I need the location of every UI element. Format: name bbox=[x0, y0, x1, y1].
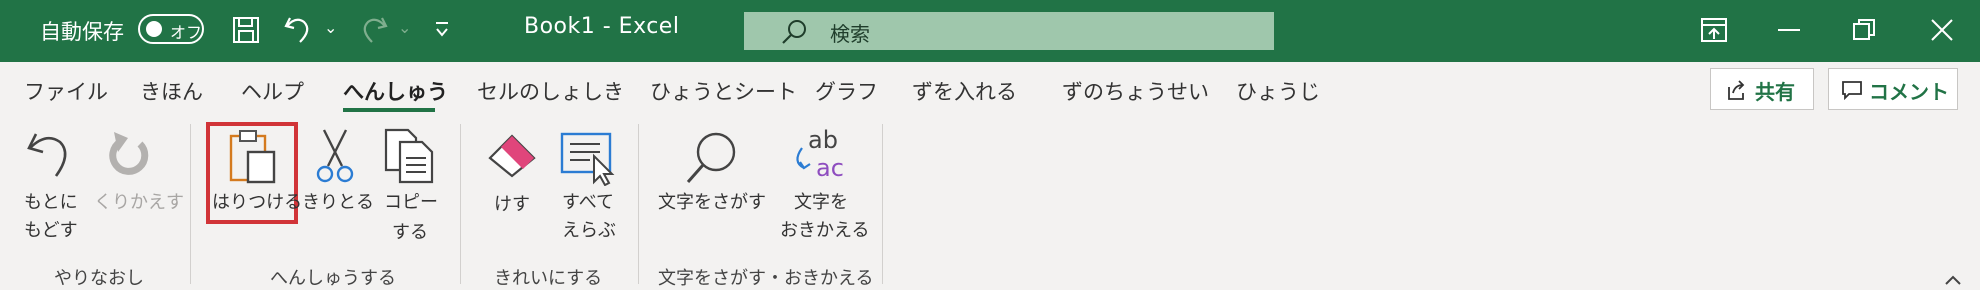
minimize-icon[interactable] bbox=[1778, 28, 1800, 32]
tab-home[interactable]: きほん bbox=[140, 76, 203, 106]
replace-label-line2: おきかえる bbox=[780, 220, 870, 241]
tab-insert-shape[interactable]: ずを入れる bbox=[912, 76, 1017, 106]
redo-label: くりかえす bbox=[94, 192, 184, 213]
undo-large-icon bbox=[27, 133, 67, 177]
magnifier-icon bbox=[686, 132, 736, 183]
comment-button[interactable]: コメント bbox=[1828, 68, 1958, 110]
group-divider bbox=[882, 124, 883, 284]
undo-label-line1: もとに bbox=[24, 192, 78, 213]
title-bar: 自動保存 オフ ⌄ ⌄ Book1 - Excel 検索 bbox=[0, 0, 1980, 62]
tab-table-sheet[interactable]: ひょうとシート bbox=[650, 76, 797, 106]
tab-help[interactable]: ヘルプ bbox=[241, 76, 304, 106]
save-icon[interactable] bbox=[232, 16, 260, 44]
search-placeholder: 検索 bbox=[830, 22, 870, 46]
copy-label-line2: する bbox=[392, 222, 428, 243]
tab-edit[interactable]: へんしゅう bbox=[343, 76, 448, 106]
undo-dropdown-icon[interactable]: ⌄ bbox=[324, 18, 337, 37]
edit-group-label: へんしゅうする bbox=[270, 268, 396, 289]
replace-icon: ab ac bbox=[796, 126, 844, 182]
replace-label-line1: 文字を bbox=[794, 192, 848, 213]
paste-label: はりつける bbox=[212, 192, 303, 213]
restore-icon[interactable] bbox=[1852, 18, 1876, 42]
comment-label: コメント bbox=[1869, 80, 1949, 104]
autosave-toggle[interactable]: オフ bbox=[138, 14, 204, 44]
toggle-knob bbox=[146, 21, 162, 37]
share-label: 共有 bbox=[1755, 80, 1795, 104]
undo-label-line2: もどす bbox=[24, 220, 78, 241]
share-button[interactable]: 共有 bbox=[1710, 68, 1814, 110]
tab-view[interactable]: ひょうじ bbox=[1236, 76, 1320, 106]
copy-label-line1: コピー bbox=[384, 192, 438, 213]
autosave-state: オフ bbox=[170, 23, 203, 42]
tab-shape-adjust[interactable]: ずのちょうせい bbox=[1062, 76, 1209, 106]
redo-dropdown-icon: ⌄ bbox=[398, 18, 412, 37]
search-icon bbox=[782, 20, 806, 44]
autosave-label: 自動保存 bbox=[40, 20, 124, 44]
undo-icon[interactable] bbox=[282, 14, 316, 46]
eraser-icon bbox=[488, 134, 536, 178]
redo-icon bbox=[363, 17, 388, 43]
svg-text:ab: ab bbox=[808, 126, 838, 154]
find-label: 文字をさがす bbox=[658, 192, 766, 213]
tab-file[interactable]: ファイル bbox=[24, 76, 108, 106]
select-all-label-line1: すべて bbox=[562, 192, 615, 213]
tab-cell-format[interactable]: セルのしょしき bbox=[477, 76, 624, 106]
ribbon-panel: もとに もどす くりかえす やりなおし はりつける きりとる コピー する へん… bbox=[0, 118, 1980, 290]
select-all-icon bbox=[560, 132, 615, 186]
document-title: Book1 - Excel bbox=[524, 14, 680, 39]
select-all-label-line2: えらぶ bbox=[562, 220, 616, 241]
group-divider bbox=[190, 124, 191, 284]
cut-label: きりとる bbox=[302, 192, 374, 213]
undo-group-label: やりなおし bbox=[54, 268, 144, 289]
paste-icon bbox=[229, 130, 276, 184]
active-tab-indicator bbox=[343, 108, 435, 112]
clean-group-label: きれいにする bbox=[494, 268, 603, 289]
copy-icon bbox=[384, 128, 434, 184]
svg-text:ac: ac bbox=[816, 154, 844, 182]
scissors-icon bbox=[316, 129, 354, 183]
close-icon[interactable] bbox=[1930, 18, 1954, 42]
comment-icon bbox=[1842, 81, 1862, 100]
search-box[interactable]: 検索 bbox=[744, 12, 1274, 50]
find-group-label: 文字をさがす・おきかえる bbox=[658, 268, 874, 289]
clear-label: けす bbox=[494, 194, 530, 215]
group-divider bbox=[638, 124, 639, 284]
tab-chart[interactable]: グラフ bbox=[815, 76, 878, 106]
repeat-icon bbox=[109, 132, 149, 175]
customize-toolbar-icon[interactable] bbox=[434, 20, 450, 40]
collapse-ribbon-icon[interactable] bbox=[1944, 274, 1962, 286]
group-divider bbox=[460, 124, 461, 284]
ribbon-display-options-icon[interactable] bbox=[1700, 17, 1728, 43]
ribbon-tabs: ファイル きほん ヘルプ へんしゅう セルのしょしき ひょうとシート グラフ ず… bbox=[0, 62, 1980, 118]
share-icon bbox=[1728, 80, 1745, 100]
